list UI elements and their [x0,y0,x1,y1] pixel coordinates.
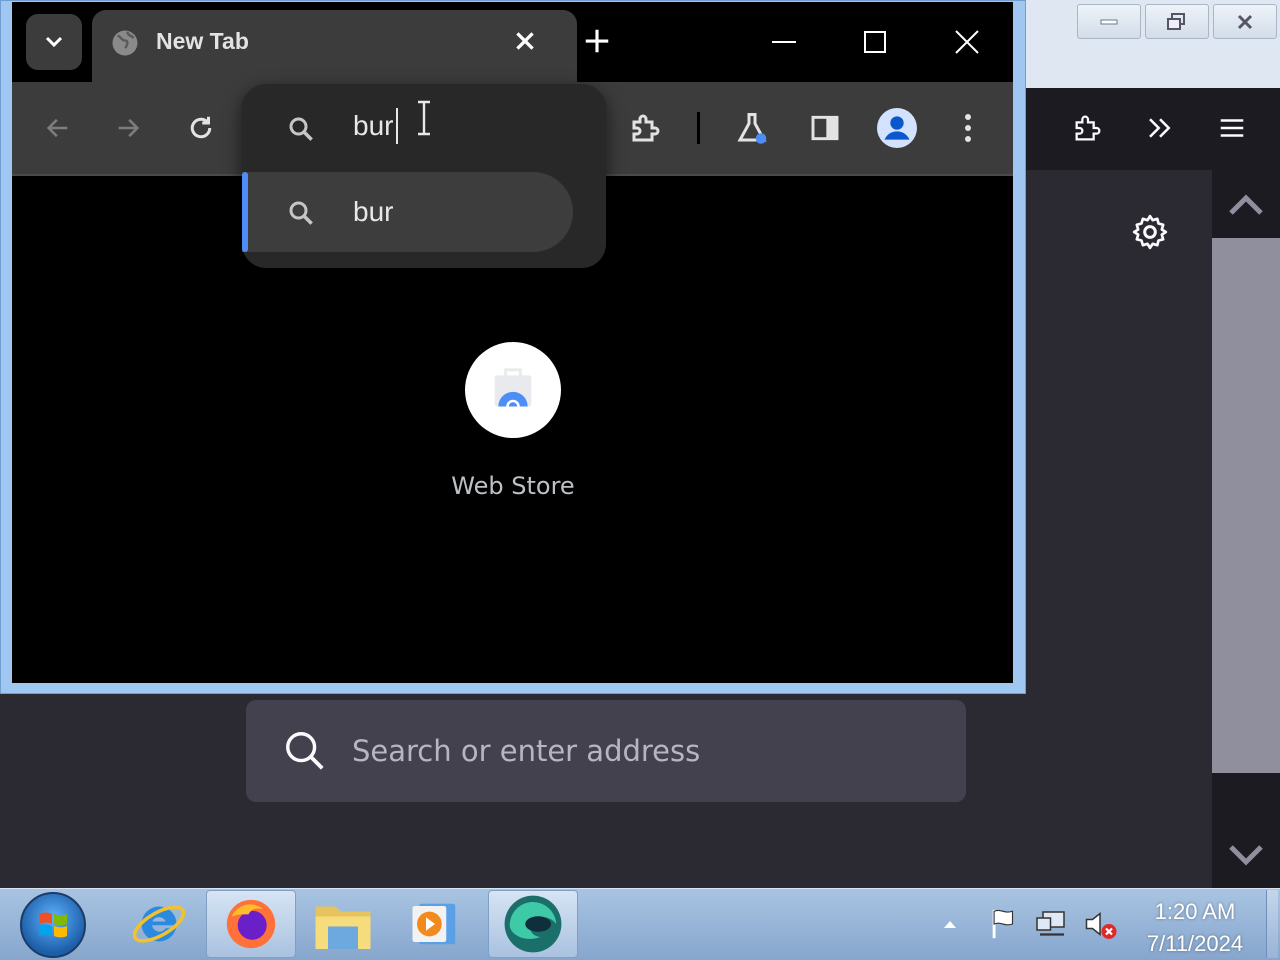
taskbar-media-player[interactable] [390,890,480,958]
profile-button[interactable] [877,108,917,148]
clock-time: 1:20 AM [1154,899,1236,924]
reload-button[interactable] [181,108,221,148]
side-panel-button[interactable] [805,108,845,148]
chevron-down-icon [1229,845,1263,866]
network-icon [1036,911,1065,936]
caret-up-icon [944,921,956,928]
bg-overflow-button[interactable] [1140,108,1180,148]
scroll-down-button[interactable] [1212,822,1280,888]
tab-search-button[interactable] [26,14,82,70]
omnibox-input[interactable]: bur [353,110,393,142]
reload-icon [190,116,212,139]
volume-muted-icon [1085,911,1117,939]
taskbar-clock[interactable]: 1:20 AM 7/11/2024 [1130,896,1260,960]
tray-volume[interactable] [1082,906,1118,942]
close-window-button[interactable] [947,22,987,62]
minimize-button[interactable] [764,22,804,62]
flask-icon [737,113,767,144]
minimize-icon [772,41,796,43]
shortcut-web-store[interactable] [465,342,561,438]
forward-button[interactable] [108,108,148,148]
extensions-button[interactable] [626,108,666,148]
close-icon [955,30,979,54]
windows-logo-icon [39,912,67,938]
bg-extensions-button[interactable] [1068,108,1108,148]
scroll-up-button[interactable] [1212,172,1280,238]
tray-action-center[interactable] [986,906,1022,942]
close-icon [1237,14,1253,29]
back-button[interactable] [38,108,78,148]
menu-icon [1220,119,1244,137]
text-caret [396,108,398,144]
maximize-button[interactable] [855,22,895,62]
tab-title: New Tab [156,28,249,54]
search-icon [289,201,313,225]
edge-icon [504,895,562,953]
start-button[interactable] [20,892,86,958]
restore-icon [1167,12,1185,30]
suggestion-focus-bar [242,172,248,252]
bg-minimize-button[interactable] [1077,4,1141,39]
taskbar-file-explorer[interactable] [298,890,388,958]
web-store-icon [494,368,532,412]
labs-button[interactable] [732,108,772,148]
chevron-up-icon [1229,194,1263,215]
extension-icon [1075,115,1101,141]
taskbar-internet-explorer[interactable] [114,890,204,958]
minimize-icon [1100,19,1118,24]
bg-menu-button[interactable] [1212,108,1252,148]
search-icon [289,117,313,141]
show-desktop-button[interactable] [1266,890,1278,958]
clock-date: 7/11/2024 [1146,931,1244,956]
ibeam-cursor-icon [418,100,430,136]
arrow-right-icon [118,118,140,138]
arrow-left-icon [46,118,68,138]
maximize-icon [864,31,886,53]
side-panel-icon [811,115,839,141]
flag-icon [992,909,1014,939]
bg-close-button[interactable] [1213,4,1277,39]
taskbar-firefox[interactable] [206,890,296,958]
search-placeholder: Search or enter address [352,734,701,768]
firefox-icon [226,899,276,949]
suggestion-text: bur [353,196,394,227]
bg-restore-button[interactable] [1145,4,1209,39]
more-vert-icon [965,114,971,142]
search-icon [286,732,324,770]
chevron-down-icon [45,36,63,48]
settings-icon[interactable] [1130,212,1170,252]
firefox-search-bar[interactable]: Search or enter address [246,700,966,802]
overflow-chevrons-icon [1149,118,1171,138]
internet-explorer-icon [132,905,186,943]
show-hidden-icons-button[interactable] [932,906,968,942]
extension-icon [632,114,660,142]
tray-network[interactable] [1034,906,1070,942]
folder-icon [315,906,371,949]
new-tab-icon[interactable] [582,26,612,56]
chrome-menu-button[interactable] [948,108,988,148]
avatar-icon [877,108,917,148]
globe-icon [112,30,138,56]
tab-close-icon[interactable] [512,28,538,54]
media-player-icon [412,903,456,945]
shortcut-label: Web Store [451,472,575,500]
toolbar-separator [697,112,700,144]
scrollbar-thumb[interactable] [1212,238,1280,773]
taskbar-edge[interactable] [488,890,578,958]
